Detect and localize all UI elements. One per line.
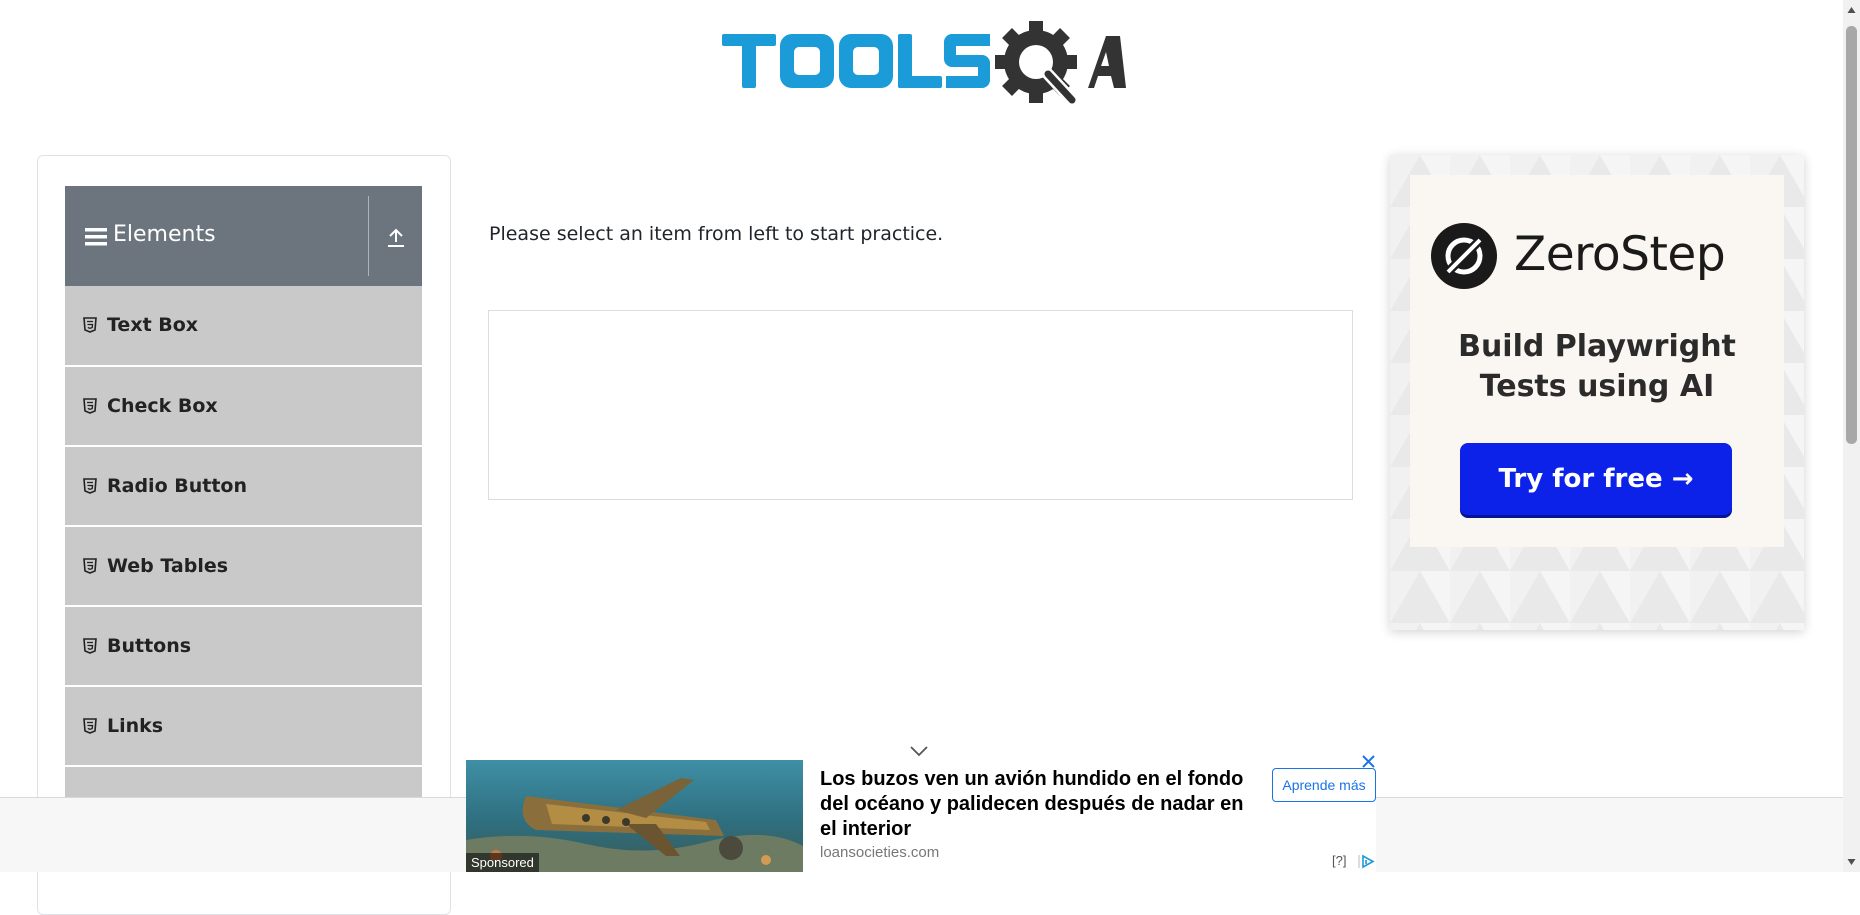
zerostep-logo-icon: [1431, 223, 1497, 289]
html5-icon: [83, 317, 97, 333]
elements-menu: Text Box Check Box Radio Button Web Tabl…: [65, 286, 422, 845]
scroll-down-arrow-icon[interactable]: [1847, 858, 1856, 866]
menu-item-buttons[interactable]: Buttons: [65, 605, 422, 685]
practice-area: [488, 310, 1353, 500]
menu-item-label: Web Tables: [107, 555, 229, 577]
html5-icon: [83, 478, 97, 494]
toolsqa-logo[interactable]: [722, 18, 1126, 114]
ad-headline[interactable]: Los buzos ven un avión hundido en el fon…: [820, 767, 1260, 842]
menu-item-label: Check Box: [107, 395, 218, 417]
ad-tagline: Build Playwright Tests using AI: [1458, 329, 1736, 404]
ad-domain: loansocieties.com: [820, 844, 940, 861]
menu-item-label: Buttons: [107, 635, 192, 657]
toolsqa-logo-graphic: [722, 21, 1126, 107]
hamburger-icon: [85, 228, 107, 246]
html5-icon: [83, 558, 97, 574]
sponsored-ad: Sponsored Los buzos ven un avión hundido…: [466, 755, 1376, 872]
vertical-scrollbar[interactable]: [1843, 0, 1860, 872]
sponsored-label: Sponsored: [466, 853, 539, 872]
menu-item-web-tables[interactable]: Web Tables: [65, 525, 422, 605]
html5-icon: [83, 398, 97, 414]
adchoices-icon[interactable]: [1358, 854, 1375, 869]
header-divider: [368, 196, 369, 276]
menu-item-check-box[interactable]: Check Box: [65, 365, 422, 445]
zerostep-ad[interactable]: ZeroStep Build Playwright Tests using AI…: [1390, 155, 1804, 630]
scrollbar-thumb[interactable]: [1846, 26, 1857, 444]
html5-icon: [83, 718, 97, 734]
close-icon[interactable]: [1361, 754, 1376, 769]
learn-more-button[interactable]: Aprende más: [1272, 768, 1376, 802]
try-for-free-button[interactable]: Try for free →: [1460, 443, 1732, 515]
menu-item-text-box[interactable]: Text Box: [65, 286, 422, 365]
menu-item-label: Radio Button: [107, 475, 247, 497]
menu-item-label: Text Box: [107, 314, 199, 336]
group-title: Elements: [113, 222, 216, 247]
menu-item-radio-button[interactable]: Radio Button: [65, 445, 422, 525]
chevron-down-icon[interactable]: [908, 744, 930, 758]
zerostep-brand: ZeroStep: [1514, 227, 1726, 282]
instruction-text: Please select an item from left to start…: [489, 223, 944, 245]
scroll-up-arrow-icon[interactable]: [1847, 6, 1856, 14]
collapse-arrow-icon[interactable]: [385, 226, 407, 248]
menu-item-links[interactable]: Links: [65, 685, 422, 765]
ad-info-link[interactable]: [?]: [1332, 853, 1346, 869]
menu-item-label: Links: [107, 715, 164, 737]
html5-icon: [83, 638, 97, 654]
elements-group-header[interactable]: Elements: [65, 186, 422, 286]
